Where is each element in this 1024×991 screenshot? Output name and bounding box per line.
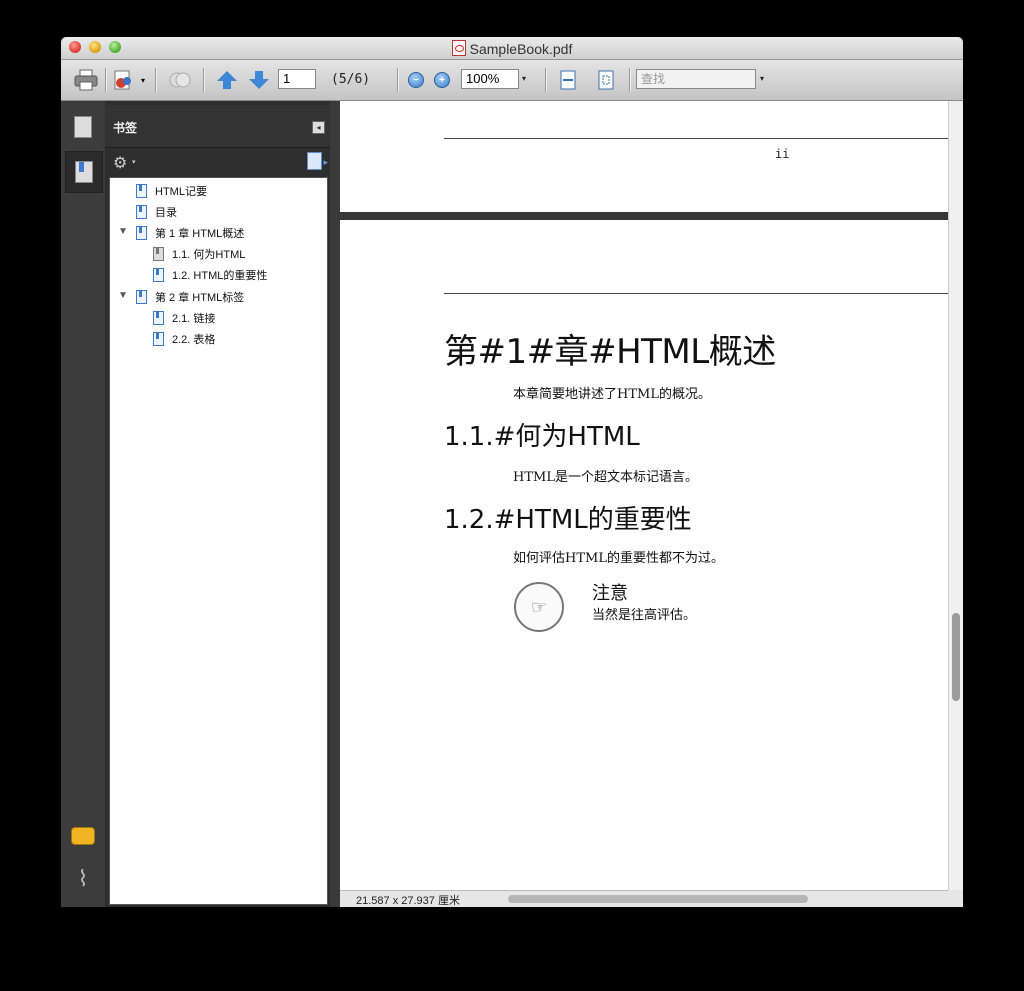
expand-triangle-icon[interactable]: ▼	[118, 290, 128, 301]
note-body: 当然是往高评估。	[592, 608, 697, 623]
navigation-rail: ⌇	[61, 101, 104, 907]
zoom-level-field[interactable]: 100%	[461, 69, 519, 89]
previous-page-button[interactable]	[214, 68, 240, 92]
bookmark-icon	[153, 247, 164, 261]
toolbar-separator	[397, 68, 399, 92]
fit-width-button[interactable]	[555, 68, 581, 92]
section-body: 如何评估HTML的重要性都不为过。	[513, 551, 724, 566]
new-bookmark-button[interactable]	[307, 152, 322, 170]
printer-icon	[74, 69, 98, 91]
current-page: 第#1#章#HTML概述 本章简要地讲述了HTML的概况。 1.1.#何为HTM…	[340, 220, 948, 890]
bookmark-item[interactable]: 目录	[136, 203, 177, 221]
comments-icon	[71, 827, 95, 845]
bookmark-item[interactable]: 第 2 章 HTML标签	[136, 288, 244, 306]
collapse-panel-button[interactable]: ◂	[312, 121, 325, 134]
resize-corner[interactable]	[948, 890, 963, 907]
bookmarks-panel-button[interactable]	[65, 151, 103, 193]
bookmarks-panel: 书签 ◂ ⚙ ▾ ▸ HTML记要 目录 ▼ 第 1 章 HTML概述 1.1.…	[105, 101, 330, 907]
bookmark-item-selected[interactable]: 1.1. 何为HTML	[153, 245, 245, 263]
section-title: 1.2.#HTML的重要性	[444, 505, 692, 535]
collaborate-button[interactable]	[167, 68, 193, 92]
bookmark-icon	[153, 268, 164, 282]
zoom-in-icon: +	[434, 72, 450, 88]
attachments-panel-button[interactable]: ⌇	[65, 859, 101, 899]
horizontal-scroll-thumb[interactable]	[508, 895, 808, 903]
pdf-viewer-window: SampleBook.pdf ▾ 1 (5/6) − + 100% ▾ 查找 ▾…	[61, 37, 963, 907]
zoom-in-button[interactable]: +	[433, 68, 451, 92]
chapter-intro: 本章简要地讲述了HTML的概况。	[513, 387, 711, 402]
vertical-scrollbar[interactable]	[948, 101, 963, 890]
window-title: SampleBook.pdf	[61, 40, 963, 57]
options-dropdown-arrow[interactable]: ▾	[132, 158, 136, 166]
document-view[interactable]: ii 第#1#章#HTML概述 本章简要地讲述了HTML的概况。 1.1.#何为…	[340, 101, 948, 890]
bookmark-icon	[153, 332, 164, 346]
zoom-dropdown-arrow[interactable]: ▾	[517, 69, 531, 89]
page-count-label: (5/6)	[331, 72, 371, 87]
window-title-text: SampleBook.pdf	[469, 41, 573, 57]
bookmark-item[interactable]: 2.2. 表格	[153, 330, 215, 348]
search-options-arrow[interactable]: ▾	[756, 69, 768, 89]
note-title: 注意	[592, 583, 628, 604]
comments-panel-button[interactable]	[65, 816, 101, 856]
page-size-label: 21.587 x 27.937 厘米	[356, 895, 460, 907]
bookmark-icon	[136, 184, 147, 198]
pdf-file-icon	[451, 40, 466, 56]
toolbar: ▾ 1 (5/6) − + 100% ▾ 查找 ▾	[61, 60, 963, 101]
fit-page-button[interactable]	[593, 68, 619, 92]
collaborate-icon	[169, 72, 191, 88]
section-body: HTML是一个超文本标记语言。	[513, 470, 698, 485]
paperclip-icon: ⌇	[77, 866, 89, 891]
toolbar-separator	[629, 68, 631, 92]
pointing-hand-icon: ☞	[514, 582, 564, 632]
status-bar: 21.587 x 27.937 厘米	[340, 890, 963, 907]
header-rule	[444, 293, 948, 294]
print-button[interactable]	[73, 68, 99, 92]
section-title: 1.1.#何为HTML	[444, 422, 640, 452]
toolbar-separator	[155, 68, 157, 92]
bookmark-icon	[136, 226, 147, 240]
chapter-title: 第#1#章#HTML概述	[444, 332, 776, 372]
zoom-out-button[interactable]: −	[407, 68, 425, 92]
bookmarks-toolbar: ⚙ ▾ ▸	[105, 147, 330, 177]
create-pdf-dropdown[interactable]: ▾	[139, 68, 147, 92]
create-pdf-icon	[114, 70, 131, 90]
panel-splitter[interactable]	[330, 101, 339, 907]
pages-panel-button[interactable]	[65, 107, 101, 147]
panel-title: 书签	[113, 121, 138, 135]
bookmarks-icon	[75, 161, 93, 183]
zoom-out-icon: −	[408, 72, 424, 88]
bookmark-icon	[153, 311, 164, 325]
title-bar: SampleBook.pdf	[61, 37, 963, 60]
new-bookmark-icon: ▸	[323, 157, 328, 167]
bookmark-item[interactable]: 第 1 章 HTML概述	[136, 224, 244, 242]
bookmark-item[interactable]: 2.1. 链接	[153, 309, 215, 327]
toolbar-separator	[545, 68, 547, 92]
previous-page: ii	[340, 101, 948, 212]
bookmarks-panel-header: 书签 ◂	[105, 105, 330, 148]
bookmark-icon	[136, 205, 147, 219]
next-page-button[interactable]	[246, 68, 272, 92]
vertical-scroll-thumb[interactable]	[952, 613, 960, 701]
pages-icon	[74, 116, 92, 138]
bookmark-item[interactable]: HTML记要	[136, 182, 207, 200]
page-break	[340, 212, 948, 220]
page-number-input[interactable]: 1	[278, 69, 316, 89]
page-number: ii	[775, 147, 790, 161]
gear-icon[interactable]: ⚙	[113, 153, 127, 173]
bookmark-tree: HTML记要 目录 ▼ 第 1 章 HTML概述 1.1. 何为HTML 1.2…	[109, 177, 328, 905]
fit-page-icon	[598, 70, 614, 90]
expand-triangle-icon[interactable]: ▼	[118, 226, 128, 237]
arrow-up-icon	[217, 71, 237, 81]
create-pdf-button[interactable]	[111, 68, 137, 92]
toolbar-separator	[203, 68, 205, 92]
fit-width-icon	[560, 70, 576, 90]
toolbar-separator	[105, 68, 107, 92]
arrow-down-icon	[249, 79, 269, 89]
footer-rule	[444, 138, 948, 139]
search-input[interactable]: 查找	[636, 69, 756, 89]
bookmark-icon	[136, 290, 147, 304]
bookmark-item[interactable]: 1.2. HTML的重要性	[153, 266, 267, 284]
